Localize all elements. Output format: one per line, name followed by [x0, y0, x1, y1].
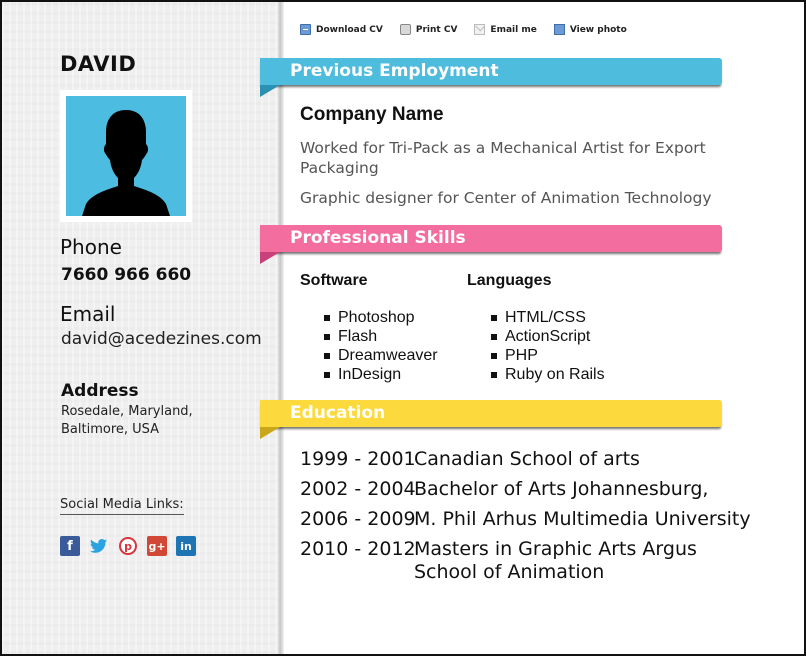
- address-line-2: Baltimore, USA: [61, 422, 160, 437]
- email-link[interactable]: david@acedezines.com: [61, 329, 262, 349]
- skill-item: Flash: [324, 327, 438, 346]
- education-entry: 2006 - 2009 M. Phil Arhus Multimedia Uni…: [300, 508, 754, 531]
- facebook-icon[interactable]: f: [60, 536, 80, 556]
- printer-icon: [399, 24, 411, 35]
- employment-section-header: Previous Employment: [260, 58, 722, 97]
- education-title: Education: [290, 403, 386, 423]
- education-years: 2002 - 2004: [300, 478, 416, 500]
- employment-line: Worked for Tri-Pack as a Mechanical Arti…: [300, 139, 706, 177]
- view-photo-label: View photo: [569, 24, 627, 35]
- skill-item: Photoshop: [324, 308, 438, 327]
- education-description: M. Phil Arhus Multimedia University: [414, 508, 751, 530]
- software-list: Photoshop Flash Dreamweaver InDesign: [300, 308, 438, 384]
- skill-item: PHP: [491, 346, 605, 365]
- email-me-button[interactable]: Email me: [474, 24, 537, 35]
- print-cv-label: Print CV: [415, 24, 458, 35]
- education-entry: 2010 - 2012 Masters in Graphic Arts Argu…: [300, 538, 754, 584]
- download-icon: [300, 24, 311, 35]
- education-section-header: Education: [260, 400, 722, 439]
- social-links: f p g+ in: [60, 536, 196, 556]
- skill-item: InDesign: [324, 365, 438, 384]
- employment-line: Graphic designer for Center of Animation…: [300, 189, 712, 207]
- skill-item: HTML/CSS: [491, 308, 605, 327]
- education-entry: 1999 - 2001 Canadian School of arts: [300, 448, 754, 471]
- software-heading: Software: [300, 272, 368, 289]
- skills-section-header: Professional Skills: [260, 225, 722, 264]
- download-cv-label: Download CV: [316, 24, 383, 35]
- email-label: Email: [60, 302, 116, 326]
- language-skills: Languages HTML/CSS ActionScript PHP Ruby…: [467, 272, 605, 384]
- education-years: 2010 - 2012: [300, 538, 416, 560]
- education-description: Bachelor of Arts Johannesburg,: [414, 478, 709, 500]
- sidebar-divider: [278, 2, 284, 654]
- education-list: 1999 - 2001 Canadian School of arts 2002…: [300, 448, 754, 591]
- profile-name: DAVID: [60, 52, 137, 76]
- skills-title: Professional Skills: [290, 228, 466, 248]
- profile-photo: [66, 96, 186, 216]
- education-entry: 2002 - 2004 Bachelor of Arts Johannesbur…: [300, 478, 754, 501]
- languages-heading: Languages: [467, 272, 552, 289]
- ribbon-fold: [260, 427, 280, 439]
- pinterest-icon[interactable]: p: [118, 536, 138, 556]
- address-label: Address: [61, 381, 139, 401]
- education-years: 2006 - 2009: [300, 508, 416, 530]
- company-name: Company Name: [300, 104, 444, 125]
- download-cv-button[interactable]: Download CV: [300, 24, 383, 35]
- print-cv-button[interactable]: Print CV: [399, 24, 458, 35]
- skill-item: ActionScript: [491, 327, 605, 346]
- languages-list: HTML/CSS ActionScript PHP Ruby on Rails: [467, 308, 605, 384]
- address-line-1: Rosedale, Maryland,: [61, 404, 193, 419]
- social-media-label: Social Media Links:: [60, 497, 184, 515]
- envelope-icon: [474, 24, 486, 35]
- google-plus-icon[interactable]: g+: [147, 536, 167, 556]
- skill-item: Ruby on Rails: [491, 365, 605, 384]
- software-skills: Software Photoshop Flash Dreamweaver InD…: [300, 272, 438, 384]
- cv-toolbar: Download CV Print CV Email me View photo: [300, 24, 644, 35]
- phone-label: Phone: [60, 235, 122, 259]
- email-me-label: Email me: [490, 24, 537, 35]
- person-silhouette-icon: [82, 110, 170, 216]
- twitter-icon[interactable]: [89, 536, 109, 556]
- ribbon-fold: [260, 252, 280, 264]
- linkedin-icon[interactable]: in: [176, 536, 196, 556]
- education-description: Masters in Graphic Arts Argus School of …: [414, 538, 697, 583]
- profile-photo-frame: [60, 90, 192, 222]
- education-description: Canadian School of arts: [414, 448, 640, 470]
- phone-value: 7660 966 660: [61, 265, 192, 285]
- view-photo-button[interactable]: View photo: [553, 24, 627, 35]
- photo-icon: [553, 24, 565, 35]
- employment-title: Previous Employment: [290, 61, 499, 81]
- profile-sidebar: DAVID Phone 7660 966 660 Email david@ace…: [2, 2, 280, 654]
- svg-text:p: p: [124, 540, 132, 553]
- education-years: 1999 - 2001: [300, 448, 416, 470]
- resume-page: DAVID Phone 7660 966 660 Email david@ace…: [0, 0, 806, 656]
- skill-item: Dreamweaver: [324, 346, 438, 365]
- ribbon-fold: [260, 85, 280, 97]
